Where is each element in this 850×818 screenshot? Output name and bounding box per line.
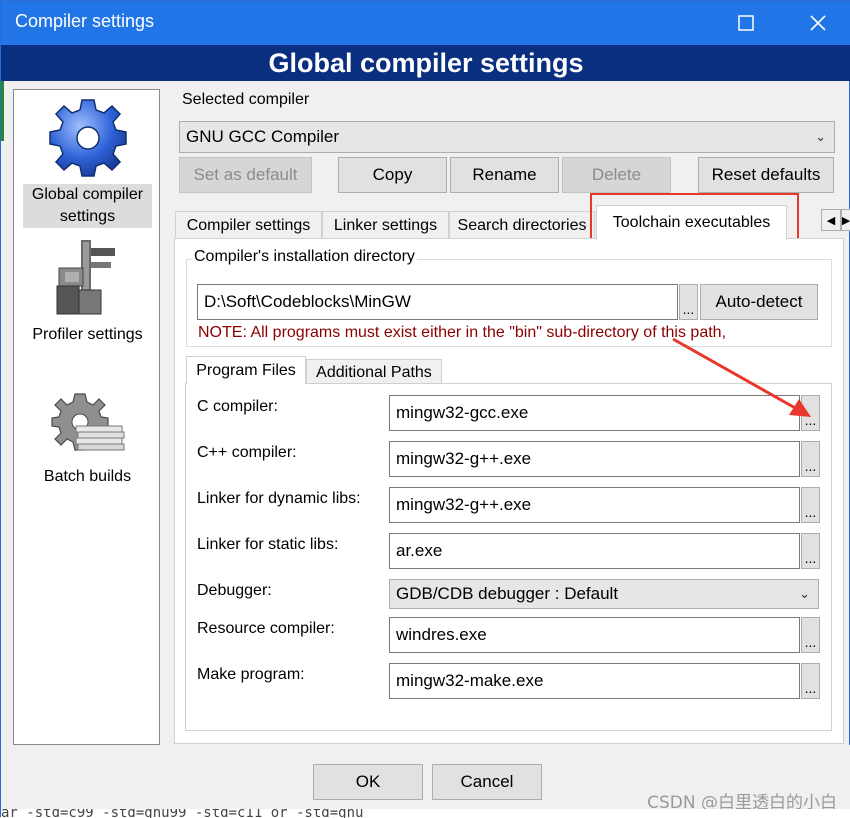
nav-label: settings [23,206,152,228]
program-label: Linker for static libs: [197,536,339,553]
tab-scroll-left-button[interactable]: ◀ [821,209,841,231]
rename-button[interactable]: Rename [450,157,559,193]
window-title: Compiler settings [15,11,155,31]
browse-make-program-button[interactable]: ... [801,663,820,699]
delete-button[interactable]: Delete [562,157,671,193]
tab-toolchain-executables[interactable]: Toolchain executables [596,205,787,240]
browse-install-dir-button[interactable]: ... [679,284,698,320]
c-compiler-input[interactable]: mingw32-gcc.exe [389,395,800,431]
cpp-compiler-input[interactable]: mingw32-g++.exe [389,441,800,477]
ok-button[interactable]: OK [313,764,423,800]
close-button[interactable] [793,1,843,45]
dynamic-linker-input[interactable]: mingw32-g++.exe [389,487,800,523]
auto-detect-button[interactable]: Auto-detect [700,284,818,320]
close-icon [810,15,826,31]
nav-label: Batch builds [43,468,132,485]
make-program-input[interactable]: mingw32-make.exe [389,663,800,699]
nav-label: Profiler settings [32,326,143,343]
arrow-right-icon: ▶ [841,213,850,227]
maximize-button[interactable] [721,1,771,45]
tab-search-directories[interactable]: Search directories [449,211,595,239]
program-label: C compiler: [197,398,278,415]
batch-gear-icon [50,393,124,451]
debugger-select[interactable]: GDB/CDB debugger : Default ⌄ [389,579,819,609]
browse-c-compiler-button[interactable]: ... [801,395,820,431]
title-bar: Compiler settings [1,1,850,45]
page-title: Global compiler settings [1,45,850,81]
maximize-icon [738,15,754,31]
tab-linker-settings[interactable]: Linker settings [322,211,449,239]
subtab-additional-paths[interactable]: Additional Paths [306,359,442,385]
tab-scroll-right-button[interactable]: ▶ [841,209,850,231]
gear-icon [48,99,127,177]
nav-profiler-settings[interactable]: Profiler settings [14,238,161,346]
note-text: NOTE: All programs must exist either in … [198,324,727,341]
installation-directory-input[interactable]: D:\Soft\Codeblocks\MinGW [197,284,678,320]
nav-global-compiler-settings[interactable]: Global compiler settings [14,94,161,228]
tab-compiler-settings[interactable]: Compiler settings [175,211,322,239]
reset-defaults-button[interactable]: Reset defaults [698,157,834,193]
nav-label: Global compiler [23,184,152,206]
cancel-button[interactable]: Cancel [432,764,542,800]
installation-directory-label: Compiler's installation directory [192,248,417,266]
resource-compiler-input[interactable]: windres.exe [389,617,800,653]
compiler-settings-window: Compiler settings Global compiler settin… [0,0,850,818]
program-label: Linker for dynamic libs: [197,490,361,507]
program-label: Debugger: [197,582,272,599]
caliper-icon [56,240,115,315]
selected-compiler-label: Selected compiler [182,91,310,108]
set-as-default-button[interactable]: Set as default [179,157,312,193]
debugger-select-value: GDB/CDB debugger : Default [396,584,619,603]
browse-cpp-compiler-button[interactable]: ... [801,441,820,477]
chevron-down-icon: ⌄ [799,586,810,601]
browse-dynamic-linker-button[interactable]: ... [801,487,820,523]
nav-batch-builds[interactable]: Batch builds [14,392,161,488]
program-label: C++ compiler: [197,444,297,461]
left-edge-strip [1,81,4,141]
program-label: Make program: [197,666,305,683]
settings-nav-panel: Global compiler settings Profiler settin… [13,89,160,745]
arrow-left-icon: ◀ [826,213,836,227]
browse-resource-compiler-button[interactable]: ... [801,617,820,653]
compiler-select[interactable]: GNU GCC Compiler ⌄ [179,121,835,153]
compiler-select-value: GNU GCC Compiler [186,127,340,146]
program-label: Resource compiler: [197,620,335,637]
chevron-down-icon: ⌄ [815,129,826,144]
static-linker-input[interactable]: ar.exe [389,533,800,569]
subtab-program-files[interactable]: Program Files [186,356,306,384]
browse-static-linker-button[interactable]: ... [801,533,820,569]
copy-button[interactable]: Copy [338,157,447,193]
